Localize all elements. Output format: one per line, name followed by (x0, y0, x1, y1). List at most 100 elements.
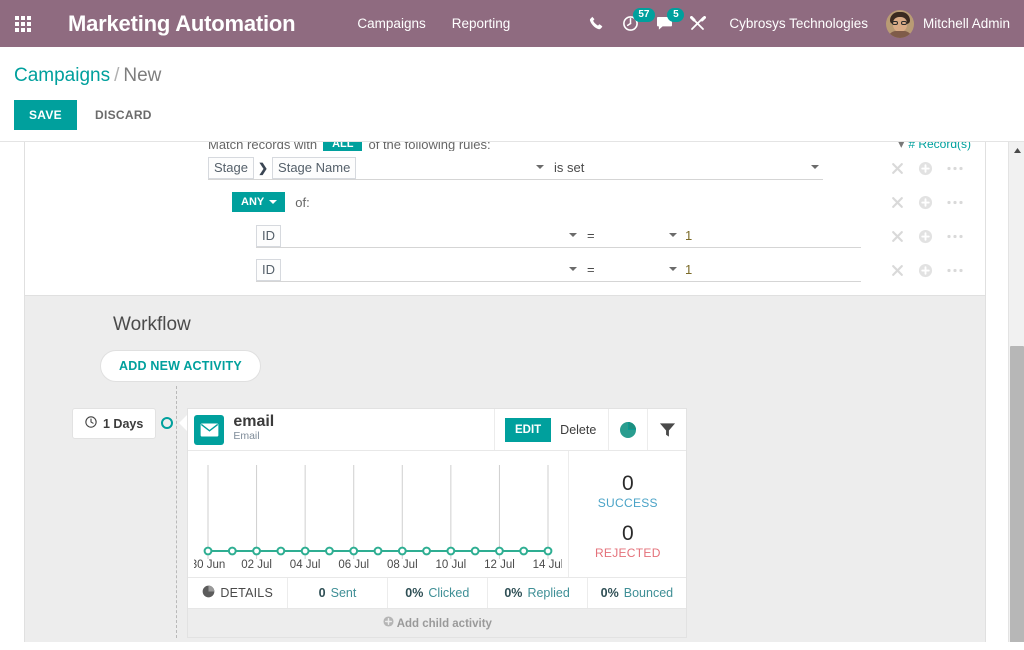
field-selector[interactable]: ID (256, 258, 581, 282)
svg-text:04 Jul: 04 Jul (290, 559, 321, 571)
chat-bubble-icon[interactable]: 5 (647, 0, 685, 47)
breadcrumb-current: New (123, 65, 162, 86)
field-tag-stage-name[interactable]: Stage Name (272, 156, 357, 179)
match-prefix-label: Match records with (208, 142, 318, 151)
breadcrumb-campaigns[interactable]: Campaigns (14, 65, 110, 86)
svg-text:08 Jul: 08 Jul (387, 559, 418, 571)
wrench-screwdriver-icon[interactable] (681, 0, 715, 47)
stat-rejected: 0 REJECTED (595, 522, 661, 560)
footer-clicked[interactable]: 0% Clicked (388, 578, 488, 608)
add-child-activity-button[interactable]: Add child activity (188, 608, 687, 637)
plus-circle-icon[interactable] (918, 229, 933, 244)
match-all-badge[interactable]: ALL (323, 142, 363, 151)
any-badge-label: ANY (241, 196, 265, 208)
close-x-icon[interactable] (891, 196, 904, 209)
stat-success: 0 SUCCESS (598, 472, 658, 510)
activity-card-body: 30 Jun 02 Jul 04 Jul 06 Jul 08 Jul 10 Jul 12 J… (188, 451, 686, 577)
field-tag-id[interactable]: ID (256, 258, 281, 281)
close-x-icon[interactable] (891, 162, 904, 175)
plus-circle-icon[interactable] (918, 263, 933, 278)
scroll-thumb[interactable] (1010, 346, 1024, 646)
funnel-filter-icon[interactable] (647, 409, 686, 450)
value-text: 1 (685, 228, 693, 243)
footer-bounced[interactable]: 0% Bounced (588, 578, 687, 608)
footer-sent-value: 0 (318, 586, 326, 600)
value-input[interactable]: 1 (681, 225, 861, 248)
breadcrumb: Campaigns / New (0, 59, 1024, 87)
save-button[interactable]: SAVE (14, 100, 77, 130)
value-input[interactable]: 1 (681, 259, 861, 282)
field-selector[interactable]: ID (256, 224, 581, 248)
phone-icon[interactable] (579, 0, 613, 47)
discard-button[interactable]: DISCARD (81, 100, 166, 130)
footer-details[interactable]: DETAILS (188, 578, 289, 608)
footer-replied-label: Replied (527, 586, 570, 600)
chevron-down-icon (811, 164, 819, 169)
record-count-link[interactable]: ▾ # Record(s) (898, 142, 971, 151)
workflow-node-dot[interactable] (161, 417, 174, 429)
ellipsis-icon[interactable] (947, 166, 963, 171)
plus-circle-icon[interactable] (918, 161, 933, 176)
domain-rule-row: ID = 1 (25, 219, 985, 253)
navbar-menu: Campaigns Reporting (357, 16, 510, 31)
add-child-activity-label: Add child activity (396, 618, 492, 630)
chevron-down-icon (269, 200, 278, 204)
workflow-activity: 1 Days email Email EDIT Delete 30 Jun 02… (25, 386, 985, 638)
plus-circle-icon[interactable] (918, 195, 933, 210)
footer-bounced-value: 0% (600, 586, 619, 600)
operator-selector[interactable]: = (581, 259, 681, 282)
activity-card-header: email Email EDIT Delete (188, 409, 687, 451)
ellipsis-icon[interactable] (947, 234, 963, 239)
navbar-right-group: 57 5 Cybrosys Technologies Mitchell Admi… (579, 0, 1024, 47)
rule-row-actions (891, 263, 985, 278)
pie-chart-icon[interactable] (608, 409, 647, 450)
svg-text:02 Jul: 02 Jul (242, 559, 273, 571)
workflow-canvas: 1 Days email Email EDIT Delete 30 Jun 02… (25, 386, 985, 638)
field-tag-stage[interactable]: Stage (208, 156, 254, 179)
user-name-label: Mitchell Admin (922, 16, 1010, 31)
operator-label: = (587, 228, 595, 243)
apps-grid-icon[interactable] (0, 0, 46, 47)
clock-icon (85, 416, 97, 431)
vertical-scrollbar[interactable] (1008, 142, 1024, 650)
activity-card-titles: email Email (233, 409, 494, 450)
activity-delay-chip[interactable]: 1 Days (72, 408, 157, 439)
user-menu[interactable]: Mitchell Admin (885, 9, 1010, 38)
svg-text:14 Jul: 14 Jul (533, 559, 562, 571)
workflow-section: Workflow ADD NEW ACTIVITY 1 Days email E… (25, 295, 985, 650)
operator-selector[interactable]: is set (548, 157, 823, 180)
field-selector[interactable]: Stage ❯ Stage Name (208, 156, 548, 180)
company-switcher[interactable]: Cybrosys Technologies (729, 16, 868, 31)
scroll-up-arrow[interactable] (1009, 142, 1024, 158)
chevron-down-icon (569, 266, 577, 271)
close-x-icon[interactable] (891, 230, 904, 243)
any-all-toggle[interactable]: ANY (232, 192, 286, 212)
delete-button[interactable]: Delete (558, 417, 598, 443)
menu-item-reporting[interactable]: Reporting (452, 16, 511, 31)
breadcrumb-separator: / (114, 65, 120, 86)
footer-replied[interactable]: 0% Replied (488, 578, 588, 608)
svg-text:12 Jul: 12 Jul (484, 559, 515, 571)
add-new-activity-button[interactable]: ADD NEW ACTIVITY (100, 350, 261, 382)
domain-rule-row: Stage ❯ Stage Name is set (25, 151, 985, 185)
menu-item-campaigns[interactable]: Campaigns (357, 16, 425, 31)
top-navbar: Marketing Automation Campaigns Reporting… (0, 0, 1024, 47)
operator-label: is set (554, 160, 585, 175)
footer-sent[interactable]: 0 Sent (288, 578, 388, 608)
ellipsis-icon[interactable] (947, 268, 963, 273)
svg-text:06 Jul: 06 Jul (339, 559, 370, 571)
field-tag-id[interactable]: ID (256, 224, 281, 247)
field-path-arrow-icon: ❯ (257, 160, 269, 175)
ellipsis-icon[interactable] (947, 200, 963, 205)
edit-button[interactable]: EDIT (504, 417, 552, 442)
user-avatar (885, 9, 914, 38)
operator-selector[interactable]: = (581, 225, 681, 248)
footer-clicked-label: Clicked (428, 586, 470, 600)
svg-text:30 Jun: 30 Jun (194, 559, 225, 571)
activity-chart: 30 Jun 02 Jul 04 Jul 06 Jul 08 Jul 10 Jul 12 J… (188, 451, 568, 577)
chevron-down-icon (569, 232, 577, 237)
app-brand-title: Marketing Automation (68, 10, 296, 36)
clock-activity-icon[interactable]: 57 (613, 0, 655, 47)
close-x-icon[interactable] (891, 264, 904, 277)
footer-bounced-label: Bounced (623, 586, 674, 600)
